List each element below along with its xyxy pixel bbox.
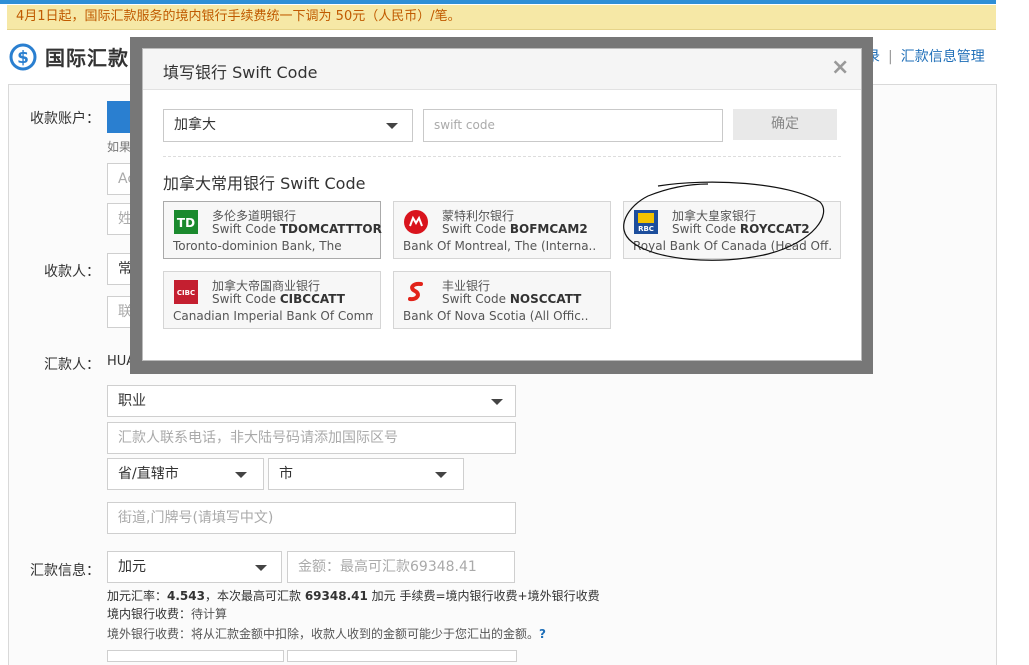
swift-value: BOFMCAM2	[509, 222, 588, 236]
foreign-fee-text: 将从汇款金额中扣除，收款人收到的金额可能少于您汇出的金额。	[191, 627, 540, 641]
swift-prefix: Swift Code	[442, 222, 510, 236]
country-value: 加拿大	[174, 117, 216, 133]
top-strip	[0, 0, 996, 4]
max-value: 69348.41	[304, 589, 368, 603]
bank-card[interactable]: 丰业银行 Swift Code NOSCCATT Bank Of Nova Sc…	[393, 271, 611, 329]
remitter-label: 汇款人：	[44, 357, 100, 373]
bank-en-name: Toronto-dominion Bank, The	[173, 239, 342, 253]
chevron-down-icon	[435, 472, 447, 478]
occupation-value: 职业	[118, 393, 146, 409]
street-input[interactable]: 街道,门牌号(请填写中文)	[107, 502, 516, 534]
bank-card[interactable]: TD 多伦多道明银行 Swift Code TDOMCATTTOR Toront…	[163, 201, 382, 259]
domestic-fee-label: 境内银行收费：	[107, 607, 192, 621]
chevron-down-icon	[386, 123, 398, 129]
occupation-select[interactable]: 职业	[107, 385, 516, 417]
currency-value: 加元	[118, 559, 146, 575]
city-select[interactable]: 市	[268, 458, 464, 490]
remitter-phone-input[interactable]: 汇款人联系电话，非大陆号码请添加国际区号	[107, 422, 516, 454]
bank-card[interactable]: 蒙特利尔银行 Swift Code BOFMCAM2 Bank Of Montr…	[393, 201, 611, 259]
bank-en-name: Canadian Imperial Bank Of Comm..	[173, 309, 373, 323]
chevron-down-icon	[255, 565, 267, 571]
bank-swift: Swift Code TDOMCATTTOR	[212, 222, 382, 236]
amount-input[interactable]: 金额：最高可汇款69348.41	[287, 551, 515, 583]
rate-label: 加元汇率：	[107, 589, 168, 603]
receiver-hint: 如果	[107, 140, 132, 154]
divider	[163, 156, 841, 157]
scotiabank-icon	[408, 281, 423, 302]
common-banks-title: 加拿大常用银行 Swift Code	[163, 174, 366, 193]
province-value: 省/直辖市	[118, 466, 179, 482]
bank-swift: Swift Code NOSCCATT	[442, 292, 581, 306]
next-field-partial[interactable]	[107, 650, 284, 662]
payee-label: 收款人：	[44, 264, 100, 280]
svg-text:TD: TD	[177, 216, 195, 230]
td-bank-icon: TD	[174, 210, 198, 234]
bmo-bank-icon	[404, 210, 428, 234]
notice-text: 4月1日起，国际汇款服务的境内银行手续费统一下调为 50元（人民币）/笔。	[16, 9, 461, 24]
confirm-button[interactable]: 确定	[733, 109, 837, 140]
country-select[interactable]: 加拿大	[163, 109, 413, 142]
hand-drawn-circle-annotation	[623, 181, 825, 261]
domestic-fee-line: 境内银行收费：待计算	[107, 605, 227, 622]
province-select[interactable]: 省/直辖市	[107, 458, 264, 490]
next-field-partial-2[interactable]	[287, 650, 517, 662]
svg-text:$: $	[17, 48, 29, 68]
chevron-down-icon	[491, 399, 503, 405]
city-value: 市	[279, 466, 293, 482]
swift-value: CIBCCATT	[279, 292, 345, 306]
max-label: ，本次最高可汇款	[204, 589, 301, 603]
close-icon[interactable]: ×	[831, 55, 849, 80]
svg-text:CIBC: CIBC	[177, 289, 195, 297]
chevron-down-icon	[235, 472, 247, 478]
bank-swift: Swift Code BOFMCAM2	[442, 222, 588, 236]
swift-prefix: Swift Code	[212, 292, 280, 306]
remit-info-manage-link[interactable]: 汇款信息管理	[901, 49, 985, 65]
swift-prefix: Swift Code	[212, 222, 280, 236]
dialog-title: 填写银行 Swift Code	[163, 63, 318, 82]
bank-en-name: Bank Of Montreal, The (Interna..	[403, 239, 597, 253]
bank-swift: Swift Code CIBCCATT	[212, 292, 345, 306]
cibc-bank-icon: CIBC	[174, 280, 198, 304]
fee-formula: 加元 手续费=境内银行收费+境外银行收费	[371, 589, 600, 603]
remittance-logo-icon: $	[9, 43, 37, 71]
top-links: 录 | 汇款信息管理	[866, 46, 985, 66]
remit-info-label: 汇款信息：	[30, 563, 100, 579]
domestic-fee-value: 待计算	[191, 607, 228, 621]
link-separator: |	[888, 49, 893, 65]
rate-line: 加元汇率：4.543，本次最高可汇款 69348.41 加元 手续费=境内银行收…	[107, 587, 600, 604]
currency-select[interactable]: 加元	[107, 551, 282, 583]
foreign-fee-line: 境外银行收费：将从汇款金额中扣除，收款人收到的金额可能少于您汇出的金额。?	[107, 625, 546, 642]
bank-card[interactable]: CIBC 加拿大帝国商业银行 Swift Code CIBCCATT Canad…	[163, 271, 381, 329]
foreign-fee-label: 境外银行收费：	[107, 627, 192, 641]
bank-en-name: Bank Of Nova Scotia (All Offic..	[403, 309, 589, 323]
help-icon[interactable]: ?	[539, 627, 546, 641]
swift-value: TDOMCATTTOR	[279, 222, 382, 236]
receiver-account-label: 收款账户：	[30, 111, 100, 127]
notice-bar: 4月1日起，国际汇款服务的境内银行手续费统一下调为 50元（人民币）/笔。	[7, 5, 996, 30]
rate-value: 4.543	[167, 589, 205, 603]
swift-code-input[interactable]: swift code	[423, 109, 723, 142]
swift-value: NOSCCATT	[509, 292, 582, 306]
page-title: 国际汇款	[45, 46, 129, 70]
swift-prefix: Swift Code	[442, 292, 510, 306]
